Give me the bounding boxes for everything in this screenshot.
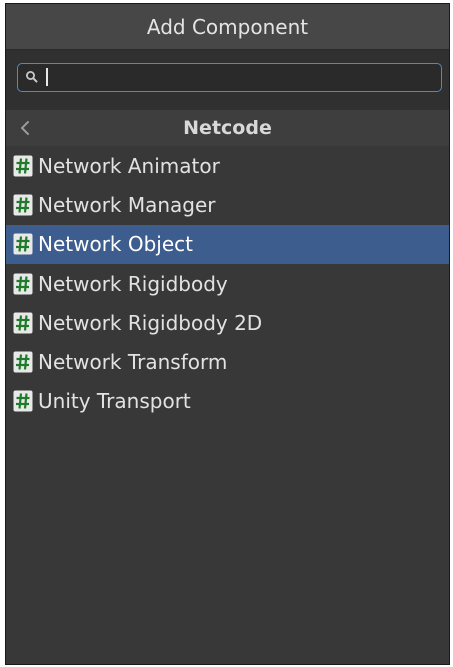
list-item[interactable]: Network Animator — [6, 146, 449, 185]
script-icon — [13, 233, 33, 255]
list-item[interactable]: Network Transform — [6, 342, 449, 381]
list-item-label: Network Object — [38, 232, 193, 257]
list-item[interactable]: Network Rigidbody — [6, 264, 449, 303]
list-item-label: Unity Transport — [38, 389, 191, 414]
list-item[interactable]: Unity Transport — [6, 382, 449, 421]
script-icon — [13, 155, 33, 177]
list-item-label: Network Rigidbody 2D — [38, 310, 263, 335]
script-icon — [13, 273, 33, 295]
list-item[interactable]: Network Rigidbody 2D — [6, 303, 449, 342]
list-item[interactable]: Network Manager — [6, 185, 449, 224]
script-icon — [13, 194, 33, 216]
text-caret — [46, 68, 48, 86]
list-item-label: Network Rigidbody — [38, 271, 228, 296]
category-header: Netcode — [6, 110, 449, 146]
search-input[interactable] — [44, 66, 434, 88]
script-icon — [13, 312, 33, 334]
back-button[interactable] — [14, 114, 38, 142]
chevron-left-icon — [14, 114, 38, 142]
add-component-panel: Add Component Netcode Network Animator Ne… — [5, 3, 450, 665]
list-item[interactable]: Network Object — [6, 224, 449, 264]
search-field[interactable] — [17, 63, 442, 92]
component-list: Network Animator Network Manager Network O… — [6, 146, 449, 421]
list-item-label: Network Manager — [38, 192, 216, 217]
script-icon — [13, 351, 33, 373]
list-item-label: Network Transform — [38, 350, 228, 375]
panel-title: Add Component — [6, 4, 449, 50]
list-item-label: Network Animator — [38, 153, 220, 178]
search-icon — [24, 69, 40, 85]
search-row — [6, 50, 449, 110]
category-title: Netcode — [183, 117, 272, 139]
script-icon — [13, 390, 33, 412]
